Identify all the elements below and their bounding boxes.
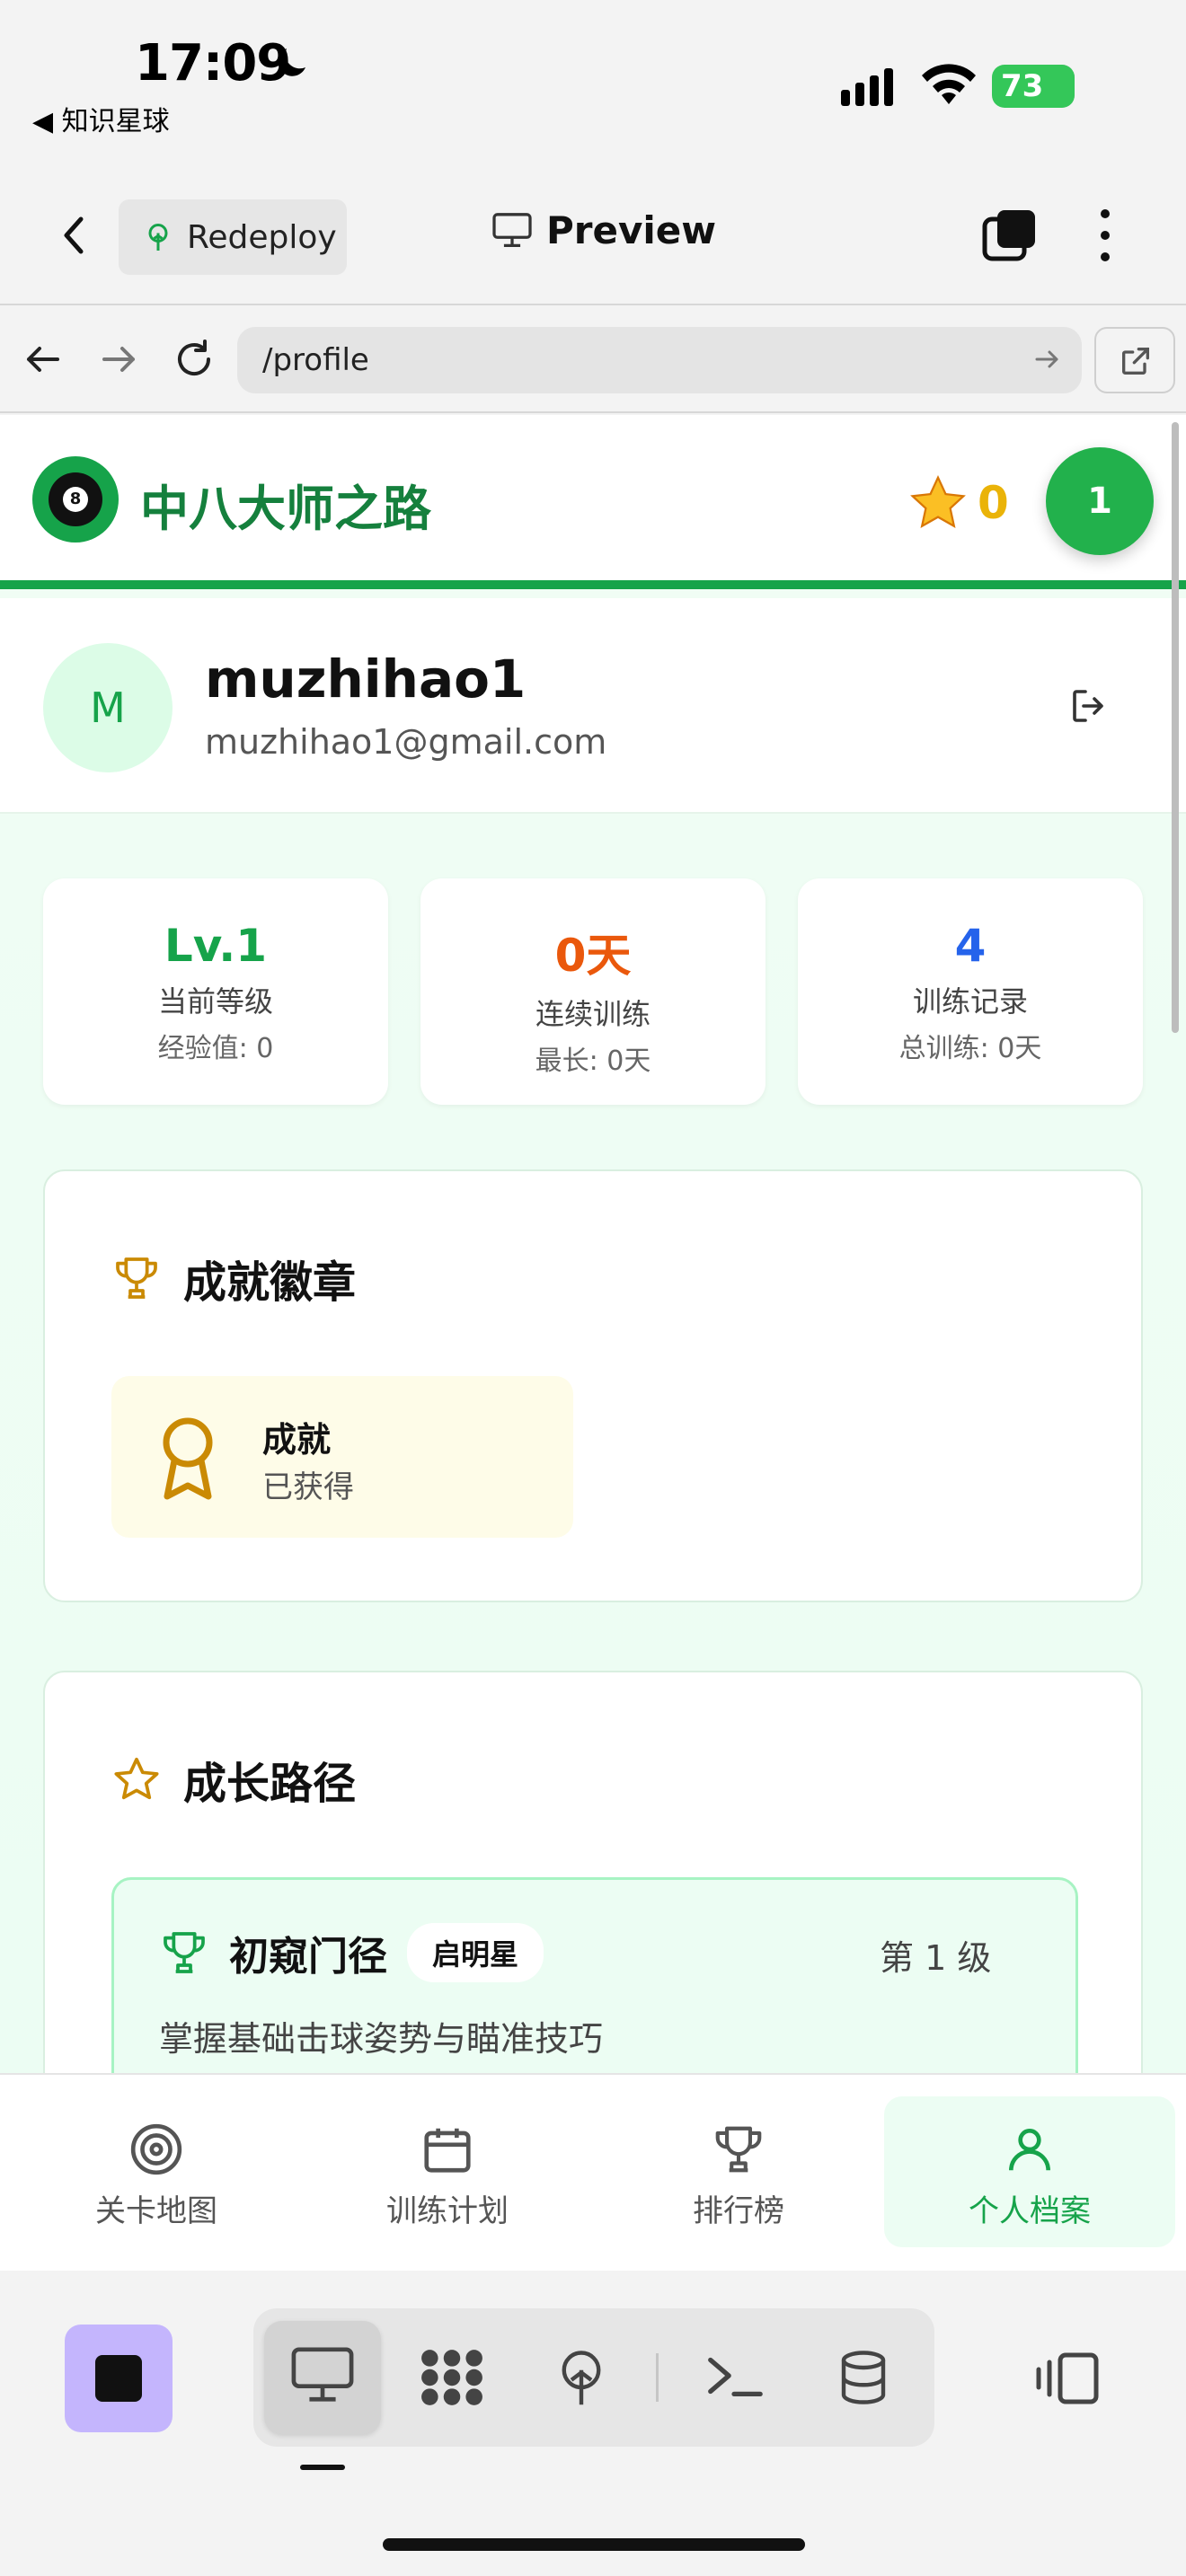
- monitor-icon: [492, 212, 532, 247]
- apps-tool-button[interactable]: [394, 2321, 510, 2434]
- open-external-button[interactable]: [1094, 327, 1175, 393]
- scrollbar[interactable]: [1172, 422, 1179, 1033]
- star-outline-icon: [114, 1757, 159, 1800]
- database-icon: [841, 2351, 886, 2404]
- profile-card: M muzhihao1 muzhihao1@gmail.com: [0, 598, 1186, 814]
- tool-divider: [656, 2353, 659, 2402]
- logout-icon[interactable]: [1067, 684, 1111, 728]
- stage-level: 第 1 级: [880, 1938, 992, 1978]
- nav-label: 个人档案: [969, 2193, 1091, 2229]
- star-counter[interactable]: 0: [907, 472, 1009, 534]
- nav-label: 训练计划: [386, 2193, 509, 2229]
- tree-icon: [148, 224, 168, 251]
- cellular-signal-icon: [841, 68, 893, 106]
- target-icon: [130, 2123, 182, 2175]
- level-avatar-button[interactable]: 1: [1046, 447, 1154, 555]
- monitor-icon: [291, 2347, 354, 2402]
- achievements-title: 成就徽章: [183, 1257, 357, 1308]
- path-stage-title: 初窥门径 启明星: [159, 1923, 544, 1982]
- terminal-icon: [708, 2357, 763, 2397]
- user-icon: [1009, 2129, 1050, 2171]
- more-vertical-icon[interactable]: [1087, 205, 1123, 266]
- nav-item-leaderboard[interactable]: 排行榜: [593, 2096, 884, 2247]
- stat-label: 当前等级: [157, 984, 273, 1019]
- nav-item-map[interactable]: 关卡地图: [11, 2096, 302, 2247]
- stat-value: Lv.1: [164, 920, 268, 972]
- preview-label: Preview: [546, 208, 717, 252]
- stat-label: 训练记录: [912, 984, 1028, 1019]
- path-stage-item[interactable]: 初窥门径 启明星 第 1 级 掌握基础击球姿势与瞄准技巧: [111, 1877, 1078, 2073]
- stat-card-level: Lv.1 当前等级 经验值: 0: [43, 878, 388, 1105]
- stat-label: 连续训练: [535, 997, 651, 1031]
- reload-icon[interactable]: [169, 334, 219, 384]
- terminal-tool-button[interactable]: [676, 2321, 792, 2434]
- site-title: 中八大师之路: [140, 481, 431, 537]
- external-link-icon: [1122, 348, 1149, 375]
- active-tool-indicator: [300, 2465, 345, 2470]
- panel-toggle-icon[interactable]: [1033, 2344, 1102, 2413]
- trophy-icon: [715, 2126, 762, 2173]
- stat-value: 4: [954, 920, 987, 972]
- nav-label: 关卡地图: [95, 2193, 217, 2229]
- username: muzhihao1: [205, 648, 527, 710]
- growth-path-heading: 成长路径: [111, 1748, 356, 1811]
- stage-name: 初窥门径: [229, 1934, 387, 1980]
- arrow-left-icon[interactable]: [18, 334, 68, 384]
- tabs-icon[interactable]: [981, 207, 1039, 264]
- nav-label: 排行榜: [693, 2193, 784, 2229]
- tree-icon: [562, 2351, 601, 2405]
- calendar-icon: [424, 2128, 471, 2173]
- arrow-right-icon[interactable]: [93, 334, 144, 384]
- stat-sub: 最长: 0天: [535, 1045, 651, 1077]
- billiard-ball-logo: 8: [32, 456, 119, 543]
- medal-icon: [163, 1417, 213, 1500]
- battery-level: 73: [992, 65, 1075, 108]
- wifi-icon: [922, 64, 976, 104]
- bottom-nav: 关卡地图 训练计划 排行榜 个人档案: [0, 2073, 1186, 2271]
- database-tool-button[interactable]: [805, 2321, 922, 2434]
- stage-tag: 启明星: [407, 1923, 544, 1982]
- web-viewport: 8 中八大师之路 0 1 M muzhihao1 muzhihao1@gmail…: [0, 415, 1186, 2073]
- redeploy-label: Redeploy: [187, 218, 337, 256]
- badge-status: 已获得: [262, 1469, 354, 1505]
- avatar: M: [43, 643, 173, 772]
- home-indicator: [383, 2538, 805, 2551]
- stop-button[interactable]: [65, 2325, 173, 2432]
- achievements-card: 成就徽章 成就 已获得: [43, 1169, 1143, 1602]
- status-time: 17:09: [135, 34, 291, 93]
- stage-description: 掌握基础击球姿势与瞄准技巧: [159, 2019, 604, 2059]
- stat-card-streak: 0天 连续训练 最长: 0天: [420, 878, 766, 1105]
- preview-tab[interactable]: Preview: [492, 208, 716, 252]
- stat-sub: 总训练: 0天: [898, 1033, 1042, 1064]
- growth-path-card: 成长路径 初窥门径 启明星 第 1 级 掌握基础击球姿势与瞄准技巧: [43, 1671, 1143, 2073]
- trophy-icon: [164, 1932, 205, 1973]
- nav-item-plan[interactable]: 训练计划: [302, 2096, 593, 2247]
- back-to-app-link[interactable]: ◀ 知识星球: [32, 99, 170, 138]
- stat-value: 0天: [554, 930, 632, 982]
- stat-card-records: 4 训练记录 总训练: 0天: [798, 878, 1143, 1105]
- deploy-tool-button[interactable]: [523, 2321, 640, 2434]
- preview-tool-button[interactable]: [264, 2321, 381, 2434]
- star-count-value: 0: [978, 477, 1009, 529]
- nav-item-profile[interactable]: 个人档案: [884, 2096, 1175, 2247]
- stat-sub: 经验值: 0: [157, 1033, 274, 1064]
- grid-dots-icon: [421, 2350, 482, 2405]
- badge-title: 成就: [262, 1420, 332, 1460]
- go-arrow-icon[interactable]: [1031, 343, 1064, 375]
- url-field[interactable]: /profile: [237, 327, 1082, 393]
- chevron-left-icon[interactable]: [54, 207, 93, 264]
- achievement-badge[interactable]: 成就 已获得: [111, 1376, 573, 1538]
- growth-path-title: 成长路径: [183, 1759, 357, 1809]
- user-email: muzhihao1@gmail.com: [205, 722, 607, 762]
- achievements-heading: 成就徽章: [111, 1247, 356, 1310]
- trophy-icon: [116, 1257, 157, 1299]
- tool-group: [253, 2308, 934, 2447]
- star-icon: [910, 474, 966, 529]
- stop-icon: [95, 2355, 142, 2402]
- redeploy-button[interactable]: Redeploy: [119, 199, 347, 275]
- moon-icon: [278, 49, 305, 76]
- site-header: 8 中八大师之路 0 1: [0, 415, 1186, 589]
